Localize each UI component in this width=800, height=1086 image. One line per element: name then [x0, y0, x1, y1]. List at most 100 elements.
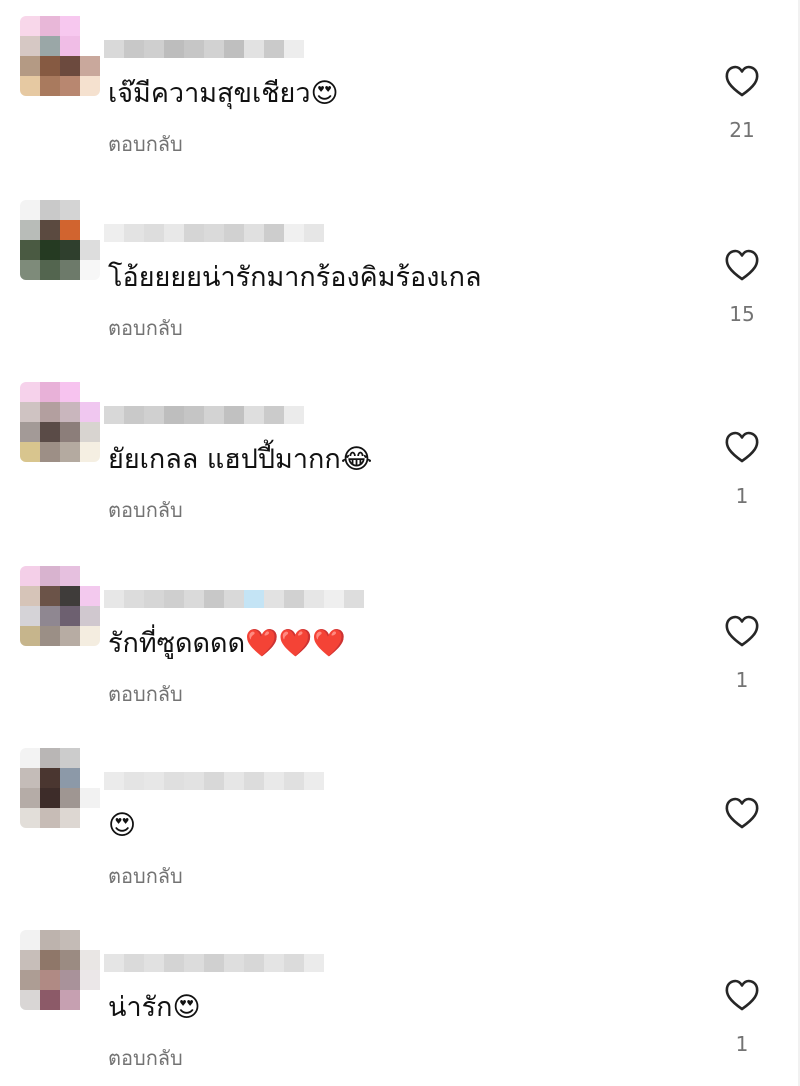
heart-outline-icon[interactable] [722, 246, 762, 286]
avatar-pixel [80, 990, 100, 1010]
avatar-pixel [80, 748, 100, 768]
avatar-pixel [40, 990, 60, 1010]
username-pixel [204, 590, 224, 608]
username-pixel [304, 954, 324, 972]
avatar[interactable] [20, 566, 100, 646]
username-pixel [204, 224, 224, 242]
avatar-pixel [40, 586, 60, 606]
username-pixel [144, 772, 164, 790]
username-pixel [224, 772, 244, 790]
avatar-pixel [60, 606, 80, 626]
username-pixel [144, 590, 164, 608]
avatar-pixel [60, 566, 80, 586]
avatar[interactable] [20, 200, 100, 280]
username-pixel [124, 224, 144, 242]
username-blurred[interactable] [104, 954, 324, 972]
avatar-pixel [80, 626, 100, 646]
username-pixel [184, 590, 204, 608]
avatar-pixel [80, 200, 100, 220]
avatar-pixel [20, 220, 40, 240]
username-pixel [204, 772, 224, 790]
reply-button[interactable]: ตอบกลับ [108, 494, 183, 526]
username-pixel [124, 772, 144, 790]
avatar-pixel [60, 56, 80, 76]
avatar-pixel [60, 442, 80, 462]
username-pixel [144, 224, 164, 242]
avatar[interactable] [20, 382, 100, 462]
username-pixel [184, 224, 204, 242]
avatar-pixel [40, 220, 60, 240]
username-pixel [304, 772, 324, 790]
username-pixel [184, 954, 204, 972]
avatar-pixel [80, 402, 100, 422]
avatar-pixel [20, 422, 40, 442]
username-blurred[interactable] [104, 224, 324, 242]
username-pixel [344, 590, 364, 608]
comment-item: น่ารัก😍 ตอบกลับ 1 [0, 914, 800, 1074]
avatar-pixel [60, 930, 80, 950]
username-pixel [184, 406, 204, 424]
avatar-pixel [60, 970, 80, 990]
like-count: 15 [729, 302, 755, 326]
avatar-pixel [80, 970, 100, 990]
avatar-pixel [40, 788, 60, 808]
username-pixel [204, 954, 224, 972]
avatar[interactable] [20, 16, 100, 96]
avatar-pixel [40, 422, 60, 442]
avatar-pixel [80, 950, 100, 970]
username-blurred[interactable] [104, 406, 304, 424]
heart-outline-icon[interactable] [722, 62, 762, 102]
avatar-pixel [40, 382, 60, 402]
username-blurred[interactable] [104, 590, 364, 608]
username-pixel [204, 406, 224, 424]
avatar-pixel [20, 382, 40, 402]
avatar-pixel [40, 16, 60, 36]
avatar-pixel [40, 240, 60, 260]
avatar[interactable] [20, 930, 100, 1010]
username-pixel [164, 590, 184, 608]
reply-button[interactable]: ตอบกลับ [108, 678, 183, 710]
username-pixel [264, 406, 284, 424]
like-count: 1 [735, 484, 749, 508]
username-pixel [144, 954, 164, 972]
username-pixel [104, 40, 124, 58]
avatar-pixel [60, 950, 80, 970]
avatar-pixel [60, 402, 80, 422]
heart-outline-icon[interactable] [722, 794, 762, 834]
avatar-pixel [40, 56, 60, 76]
avatar-pixel [40, 402, 60, 422]
username-pixel [224, 40, 244, 58]
username-pixel [104, 224, 124, 242]
heart-outline-icon[interactable] [722, 428, 762, 468]
reply-button[interactable]: ตอบกลับ [108, 312, 183, 344]
avatar-pixel [80, 382, 100, 402]
username-pixel [224, 954, 244, 972]
username-pixel [184, 772, 204, 790]
avatar-pixel [20, 586, 40, 606]
username-pixel [284, 406, 304, 424]
avatar-pixel [80, 808, 100, 828]
heart-outline-icon[interactable] [722, 976, 762, 1016]
username-blurred[interactable] [104, 40, 304, 58]
reply-button[interactable]: ตอบกลับ [108, 860, 183, 892]
avatar-pixel [40, 626, 60, 646]
avatar-pixel [80, 260, 100, 280]
avatar-pixel [40, 566, 60, 586]
avatar-pixel [60, 240, 80, 260]
username-pixel [144, 406, 164, 424]
avatar-pixel [80, 768, 100, 788]
avatar-pixel [80, 606, 100, 626]
avatar-pixel [20, 566, 40, 586]
heart-outline-icon[interactable] [722, 612, 762, 652]
username-blurred[interactable] [104, 772, 324, 790]
username-pixel [264, 590, 284, 608]
reply-button[interactable]: ตอบกลับ [108, 1042, 183, 1074]
comment-text: 😍 [108, 810, 137, 841]
comment-item: 😍 ตอบกลับ [0, 732, 800, 892]
avatar-pixel [60, 260, 80, 280]
avatar[interactable] [20, 748, 100, 828]
avatar-pixel [20, 442, 40, 462]
reply-button[interactable]: ตอบกลับ [108, 128, 183, 160]
username-pixel [224, 224, 244, 242]
avatar-pixel [20, 200, 40, 220]
